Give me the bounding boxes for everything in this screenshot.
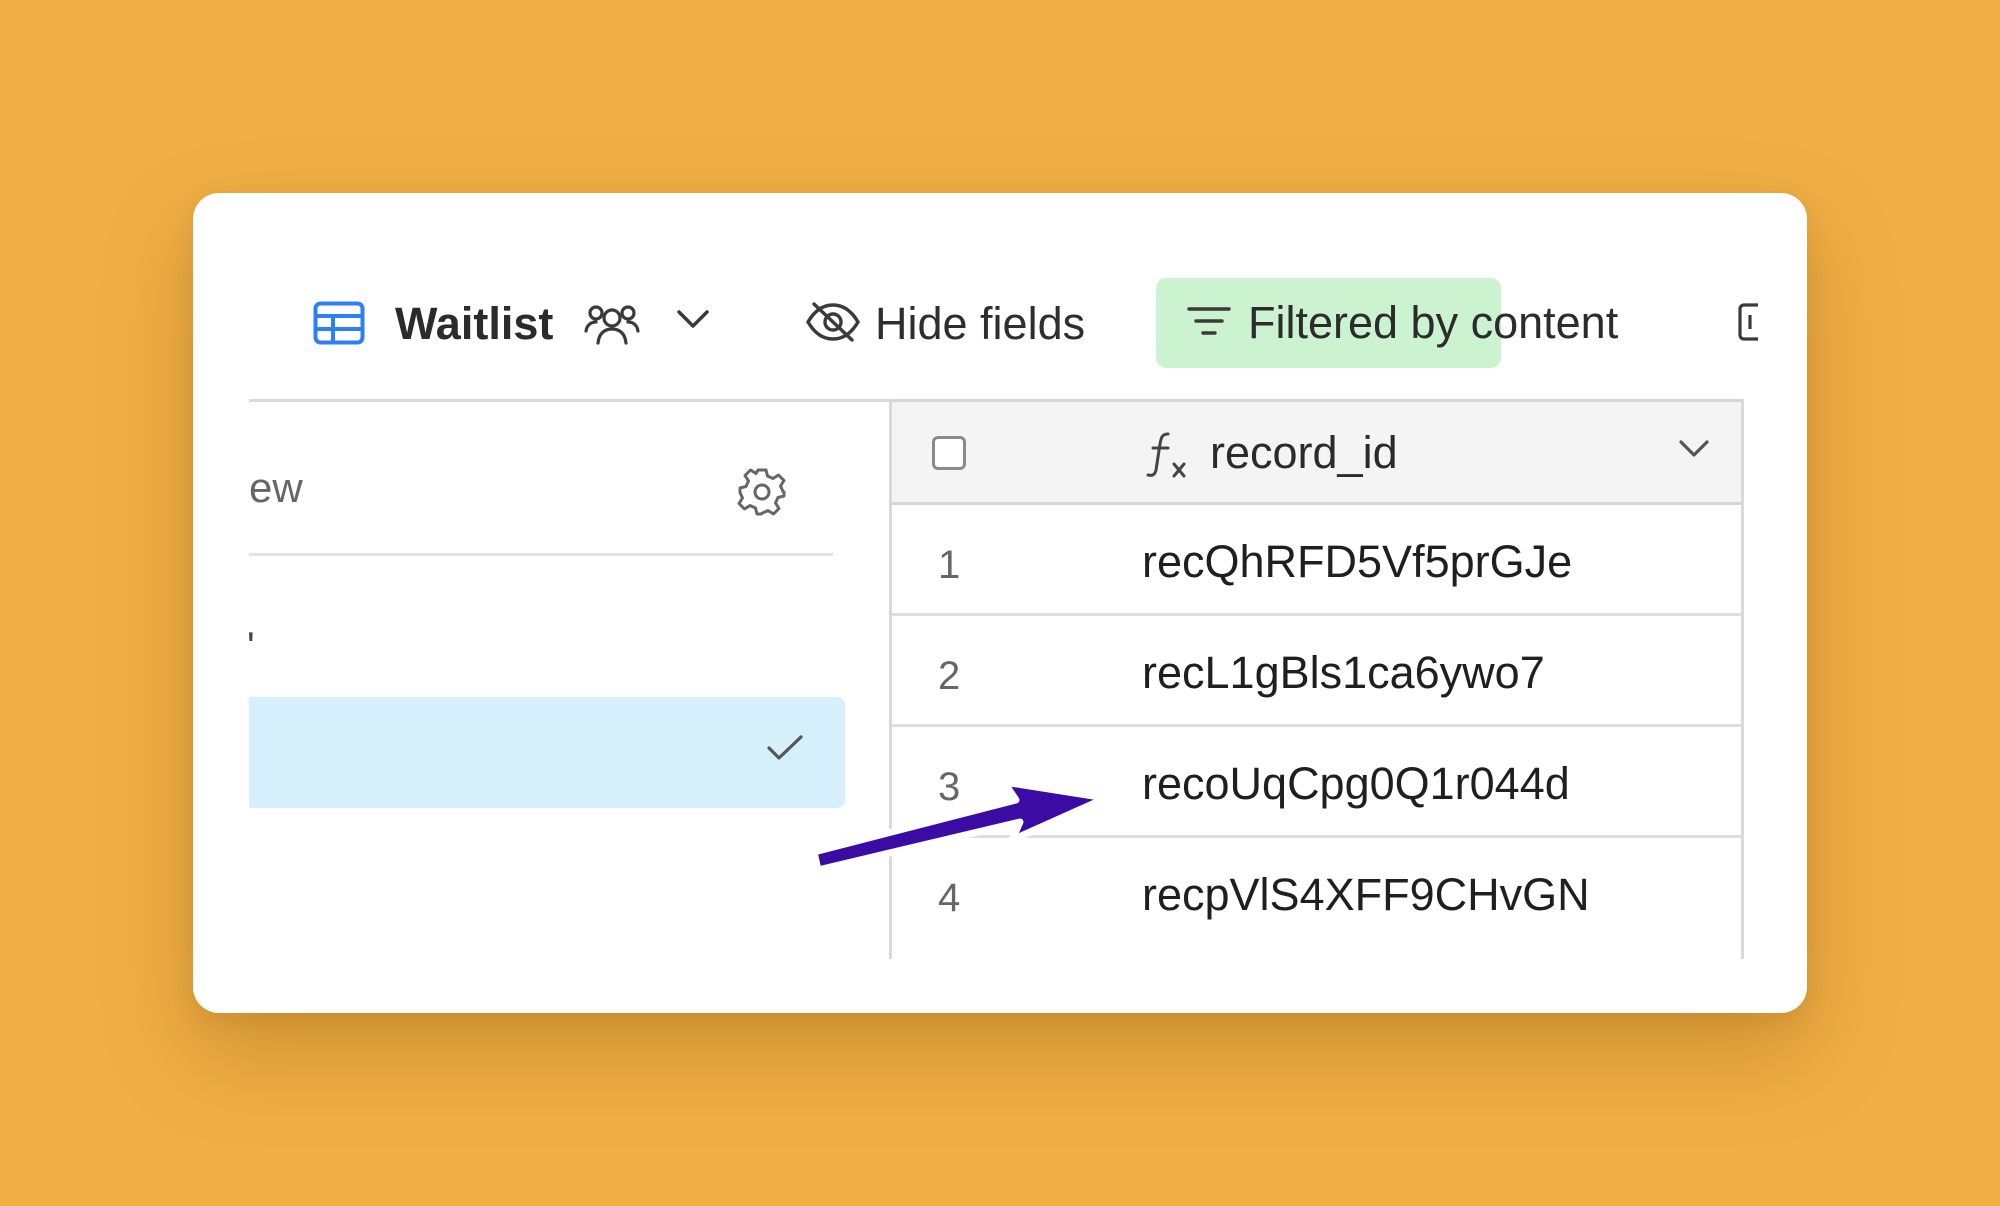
sidebar-item-selected[interactable]: [249, 697, 845, 808]
hide-fields-label: Hide fields: [875, 298, 1086, 349]
users-icon: [583, 301, 641, 352]
chevron-down-icon[interactable]: [675, 307, 711, 336]
row-number: 2: [938, 654, 961, 698]
filter-button[interactable]: Filtered by content: [1156, 278, 1618, 368]
sidebar-search-text[interactable]: ew: [249, 463, 303, 513]
record-id-cell[interactable]: recoUqCpg0Q1r044d: [1142, 757, 1570, 811]
grid-view-icon[interactable]: [313, 301, 365, 350]
table-row[interactable]: 2 recL1gBls1ca6ywo7: [892, 616, 1741, 727]
records-grid: record_id 1 recQhRFD5Vf5prGJe 2 recL1gBl…: [889, 399, 1749, 1013]
record-id-cell[interactable]: recpVlS4XFF9CHvGN: [1142, 868, 1590, 922]
pointer-arrow-icon: [806, 770, 1116, 895]
group-icon[interactable]: [1738, 303, 1758, 341]
chevron-down-icon[interactable]: [1677, 438, 1711, 465]
gear-icon[interactable]: [736, 466, 788, 523]
check-icon: [765, 733, 805, 768]
sidebar-top-divider: [249, 399, 889, 402]
select-all-checkbox[interactable]: [932, 436, 966, 470]
formula-icon: [1144, 430, 1190, 485]
sidebar-item-partial[interactable]: ': [247, 623, 255, 671]
grid-header: record_id: [892, 399, 1741, 505]
column-title[interactable]: record_id: [1210, 426, 1398, 480]
table-row[interactable]: 1 recQhRFD5Vf5prGJe: [892, 505, 1741, 616]
record-id-cell[interactable]: recL1gBls1ca6ywo7: [1142, 646, 1545, 700]
hide-fields-button[interactable]: Hide fields: [805, 291, 1085, 357]
record-id-cell[interactable]: recQhRFD5Vf5prGJe: [1142, 535, 1572, 589]
grid-right-border: [1741, 399, 1744, 959]
eye-off-icon: [805, 300, 861, 349]
view-name[interactable]: Waitlist: [395, 297, 553, 351]
row-number: 1: [938, 543, 961, 587]
filter-lines-icon: [1186, 304, 1232, 343]
sidebar-divider: [249, 553, 833, 556]
filter-label: Filtered by content: [1248, 297, 1619, 348]
